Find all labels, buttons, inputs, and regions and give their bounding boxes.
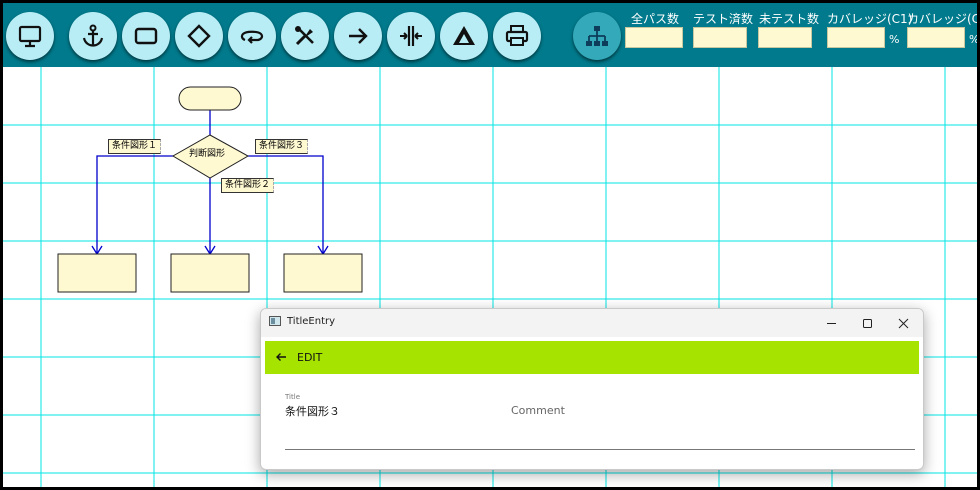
input-underline	[285, 449, 915, 450]
dialog-title: TitleEntry	[287, 316, 336, 327]
monitor-button[interactable]	[6, 12, 54, 60]
split-button[interactable]	[387, 12, 435, 60]
coverage-c1-field	[827, 27, 885, 48]
minimize-button[interactable]	[813, 311, 849, 335]
app-icon	[269, 316, 281, 326]
arrow-right-icon	[349, 28, 368, 44]
arrow-button[interactable]	[334, 12, 382, 60]
diamond-icon	[187, 24, 211, 48]
edit-header: EDIT	[265, 341, 919, 374]
anchor-icon	[82, 24, 104, 47]
total-paths-label: 全パス数	[631, 12, 680, 26]
monitor-icon	[18, 25, 42, 48]
coverage-c0-field	[907, 27, 965, 48]
loop-icon	[240, 30, 264, 44]
terminal-shape[interactable]	[178, 86, 242, 111]
rectangle-icon	[134, 27, 158, 45]
hierarchy-button[interactable]	[573, 12, 621, 60]
triangle-button[interactable]	[440, 12, 488, 60]
edit-title: EDIT	[297, 351, 323, 364]
maximize-button[interactable]	[849, 311, 885, 335]
decision-label: 判断図形	[189, 149, 226, 159]
app-window: 全パス数 テスト済数 未テスト数 カバレッジ(C1) % カバレッジ(C0) %	[0, 0, 980, 490]
close-button[interactable]	[885, 311, 921, 335]
split-icon	[400, 26, 422, 46]
tested-count-field	[693, 27, 747, 48]
toolbar: 全パス数 テスト済数 未テスト数 カバレッジ(C1) % カバレッジ(C0) %	[3, 3, 977, 67]
title-input[interactable]: 条件図形３	[285, 403, 465, 419]
maximize-icon	[862, 318, 872, 328]
untested-count-label: 未テスト数	[759, 12, 820, 26]
tools-icon	[295, 26, 314, 46]
coverage-c0-unit: %	[969, 33, 980, 46]
coverage-c0-label: カバレッジ(C0)	[907, 12, 980, 26]
condition-label-1[interactable]: 条件図形１	[108, 139, 162, 154]
minimize-icon	[826, 322, 836, 324]
triangle-icon	[453, 26, 475, 45]
close-icon	[898, 318, 908, 328]
comment-input[interactable]: Comment	[511, 404, 565, 417]
dialog-titlebar[interactable]: TitleEntry	[261, 309, 923, 337]
untested-count-field	[758, 27, 812, 48]
title-entry-dialog: TitleEntry EDIT Title 条件図形３ Comment	[260, 308, 924, 470]
hierarchy-icon	[586, 26, 608, 46]
condition-label-2[interactable]: 条件図形２	[221, 178, 275, 193]
condition-label-3[interactable]: 条件図形３	[255, 139, 309, 154]
coverage-c1-label: カバレッジ(C1)	[827, 12, 913, 26]
anchor-button[interactable]	[69, 12, 117, 60]
coverage-c1-unit: %	[889, 33, 900, 46]
total-paths-field	[625, 27, 683, 48]
loop-button[interactable]	[228, 12, 276, 60]
printer-icon	[505, 25, 529, 46]
back-arrow-icon[interactable]	[274, 350, 288, 364]
process-shape-1[interactable]	[57, 253, 137, 293]
print-button[interactable]	[493, 12, 541, 60]
process-shape-2[interactable]	[170, 253, 250, 293]
title-field-caption: Title	[285, 393, 301, 401]
tools-button[interactable]	[281, 12, 329, 60]
rectangle-button[interactable]	[122, 12, 170, 60]
process-shape-3[interactable]	[283, 253, 363, 293]
diamond-button[interactable]	[175, 12, 223, 60]
tested-count-label: テスト済数	[693, 12, 754, 26]
